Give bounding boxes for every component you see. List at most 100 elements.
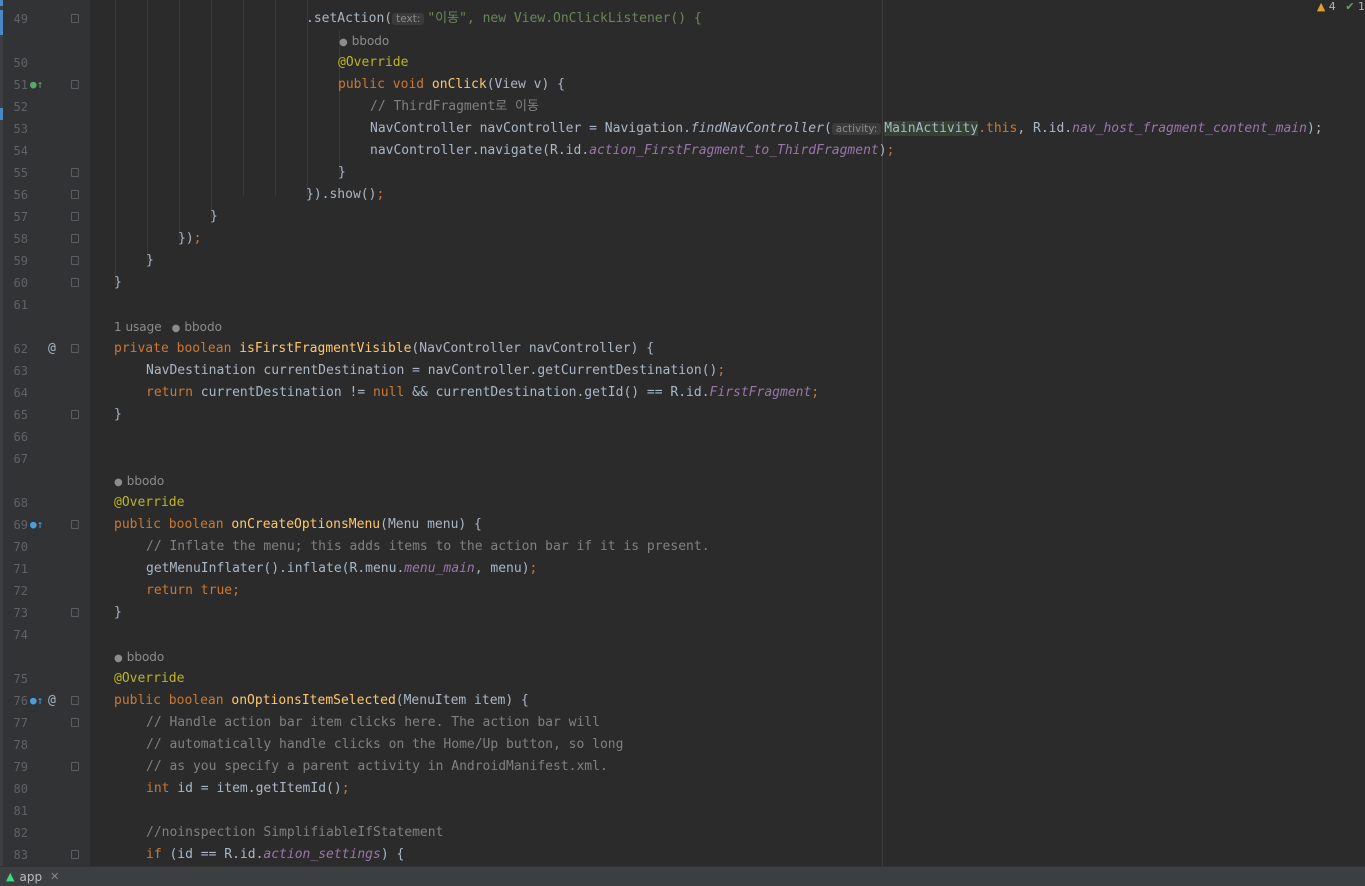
line-number: 77: [13, 716, 28, 730]
fold-marker[interactable]: [71, 256, 79, 265]
code-line[interactable]: 57 }: [0, 206, 1365, 228]
fold-marker[interactable]: [71, 278, 79, 287]
code-line[interactable]: 71 getMenuInflater().inflate(R.menu.menu…: [0, 558, 1365, 580]
code-line[interactable]: 75 @Override: [0, 668, 1365, 690]
implements-icon[interactable]: ●↑: [30, 74, 43, 96]
fold-marker[interactable]: [71, 344, 79, 353]
code-line[interactable]: 52 // ThirdFragment로 이동: [0, 96, 1365, 118]
close-icon[interactable]: ✕: [50, 870, 59, 883]
line-number: 71: [13, 562, 28, 576]
overrides-icon[interactable]: ●↑: [30, 514, 43, 536]
line-number: 53: [13, 122, 28, 136]
code-line[interactable]: 60 }: [0, 272, 1365, 294]
at-icon[interactable]: @: [48, 338, 56, 360]
code-text: //noinspection SimplifiableIfStatement: [146, 825, 444, 840]
code-text: }: [146, 253, 154, 268]
line-number: 54: [13, 144, 28, 158]
code-line[interactable]: 76 ●↑ @ public boolean onOptionsItemSele…: [0, 690, 1365, 712]
code-line[interactable]: 51 ●↑ public void onClick(View v) {: [0, 74, 1365, 96]
code-line[interactable]: 67: [0, 448, 1365, 470]
author-inlay[interactable]: ● bbodo: [114, 646, 164, 668]
code-line[interactable]: 65 }: [0, 404, 1365, 426]
code-line[interactable]: 61: [0, 294, 1365, 316]
fold-marker[interactable]: [71, 608, 79, 617]
line-number: 75: [13, 672, 28, 686]
fold-marker[interactable]: [71, 520, 79, 529]
code-line[interactable]: 74: [0, 624, 1365, 646]
line-number: 64: [13, 386, 28, 400]
line-number: 78: [13, 738, 28, 752]
code-text: // automatically handle clicks on the Ho…: [146, 737, 624, 752]
author-inlay[interactable]: ● bbodo: [114, 470, 164, 492]
fold-marker[interactable]: [71, 762, 79, 771]
code-line[interactable]: 49 .setAction(text: "이동", new View.OnClic…: [0, 8, 1365, 30]
line-number: 67: [13, 452, 28, 466]
line-number: 50: [13, 56, 28, 70]
code-line[interactable]: 82 //noinspection SimplifiableIfStatemen…: [0, 822, 1365, 844]
code-line[interactable]: 83 if (id == R.id.action_settings) {: [0, 844, 1365, 866]
usages-inlay[interactable]: 1 usage ● bbodo: [114, 316, 222, 338]
code-line[interactable]: 78 // automatically handle clicks on the…: [0, 734, 1365, 756]
fold-marker[interactable]: [71, 234, 79, 243]
code-line[interactable]: 70 // Inflate the menu; this adds items …: [0, 536, 1365, 558]
usages-count: 1 usage: [114, 320, 162, 334]
code-line[interactable]: 50 @Override: [0, 52, 1365, 74]
fold-marker[interactable]: [71, 14, 79, 23]
code-line[interactable]: 79 // as you specify a parent activity i…: [0, 756, 1365, 778]
line-number: 61: [13, 298, 28, 312]
code-line[interactable]: 63 NavDestination currentDestination = n…: [0, 360, 1365, 382]
line-number: 57: [13, 210, 28, 224]
line-number: 83: [13, 848, 28, 862]
code-text: }: [114, 275, 122, 290]
line-number: 56: [13, 188, 28, 202]
fold-marker[interactable]: [71, 168, 79, 177]
code-line[interactable]: 62 @ private boolean isFirstFragmentVisi…: [0, 338, 1365, 360]
at-icon[interactable]: @: [48, 690, 56, 712]
fold-marker[interactable]: [71, 850, 79, 859]
fold-marker[interactable]: [71, 212, 79, 221]
fold-marker[interactable]: [71, 696, 79, 705]
code-text: @Override: [114, 495, 185, 510]
author-name: bbodo: [126, 650, 165, 664]
fold-marker[interactable]: [71, 718, 79, 727]
code-text: // as you specify a parent activity in A…: [146, 759, 608, 774]
line-number: 82: [13, 826, 28, 840]
code-text: @Override: [114, 671, 185, 686]
code-line[interactable]: 58 });: [0, 228, 1365, 250]
fold-marker[interactable]: [71, 80, 79, 89]
tab-label: app: [19, 869, 43, 884]
author-name: bbodo: [126, 474, 165, 488]
code-line[interactable]: 53 NavController navController = Navigat…: [0, 118, 1365, 140]
line-number: 76: [13, 694, 28, 708]
person-icon: ●: [171, 323, 181, 334]
code-line[interactable]: 54 navController.navigate(R.id.action_Fi…: [0, 140, 1365, 162]
code-line[interactable]: 77 // Handle action bar item clicks here…: [0, 712, 1365, 734]
fold-marker[interactable]: [71, 190, 79, 199]
overrides-icon[interactable]: ●↑: [30, 690, 43, 712]
code-line[interactable]: 64 return currentDestination != null && …: [0, 382, 1365, 404]
line-number: 58: [13, 232, 28, 246]
code-editor[interactable]: ▲ 4 ✔ 1 49 .setAction(text: "이동", new Vie…: [0, 0, 1365, 866]
line-number: 80: [13, 782, 28, 796]
fold-marker[interactable]: [71, 410, 79, 419]
code-line[interactable]: 69 ●↑ public boolean onCreateOptionsMenu…: [0, 514, 1365, 536]
code-line[interactable]: 73 }: [0, 602, 1365, 624]
code-line[interactable]: 81: [0, 800, 1365, 822]
code-line[interactable]: 80 int id = item.getItemId();: [0, 778, 1365, 800]
author-name: bbodo: [184, 320, 222, 334]
code-line[interactable]: 56 }).show();: [0, 184, 1365, 206]
code-text: // Inflate the menu; this adds items to …: [146, 539, 710, 554]
run-tab-app[interactable]: ▲ app ✕: [0, 867, 65, 886]
code-line[interactable]: 59 }: [0, 250, 1365, 272]
tool-window-bar: ▲ app ✕: [0, 866, 1365, 886]
line-number: 70: [13, 540, 28, 554]
person-icon: ●: [339, 37, 348, 48]
code-line[interactable]: 55 }: [0, 162, 1365, 184]
code-line[interactable]: 72 return true;: [0, 580, 1365, 602]
line-number: 79: [13, 760, 28, 774]
author-inlay[interactable]: ● bbodo: [339, 30, 389, 52]
code-line[interactable]: 68 @Override: [0, 492, 1365, 514]
code-line[interactable]: 66: [0, 426, 1365, 448]
line-number: 73: [13, 606, 28, 620]
person-icon: ●: [114, 477, 123, 488]
